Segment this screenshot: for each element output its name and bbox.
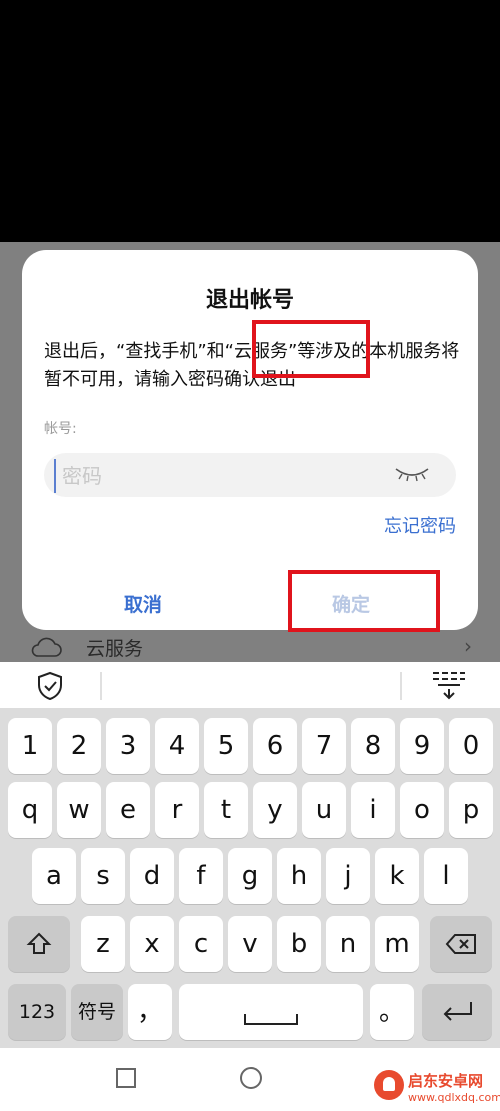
home-icon[interactable]: [240, 1067, 262, 1089]
account-label: 帐号:: [44, 421, 77, 437]
key-r[interactable]: r: [155, 782, 199, 838]
dialog-title: 退出帐号: [205, 288, 294, 313]
key-i[interactable]: i: [351, 782, 395, 838]
key-t[interactable]: t: [204, 782, 248, 838]
toolbar-divider: [100, 672, 102, 700]
chevron-right-icon: ›: [464, 634, 472, 658]
space-bar-icon: [244, 1014, 298, 1025]
key-2[interactable]: 2: [57, 718, 101, 774]
key-m[interactable]: m: [375, 916, 419, 972]
key-y[interactable]: y: [253, 782, 297, 838]
site-watermark: 启东安卓网 www.qdlxdq.com: [372, 1070, 500, 1111]
key-n[interactable]: n: [326, 916, 370, 972]
recent-apps-icon[interactable]: [116, 1068, 136, 1088]
key-1[interactable]: 1: [8, 718, 52, 774]
cloud-service-label: 云服务: [86, 638, 144, 660]
shift-icon: [26, 932, 52, 954]
key-3[interactable]: 3: [106, 718, 150, 774]
key-x[interactable]: x: [130, 916, 174, 972]
key-9[interactable]: 9: [400, 718, 444, 774]
enter-icon: [443, 1002, 472, 1021]
enter-key[interactable]: [422, 984, 492, 1040]
password-field: [44, 453, 456, 497]
comma-key[interactable]: ，: [128, 984, 172, 1040]
keyboard-collapse-icon[interactable]: [430, 670, 468, 700]
key-5[interactable]: 5: [204, 718, 248, 774]
key-4[interactable]: 4: [155, 718, 199, 774]
shift-key[interactable]: [8, 916, 70, 972]
numeric-mode-key[interactable]: 123: [8, 984, 66, 1040]
key-q[interactable]: q: [8, 782, 52, 838]
key-7[interactable]: 7: [302, 718, 346, 774]
symbol-key[interactable]: 符号: [71, 984, 123, 1040]
eye-closed-icon[interactable]: [394, 465, 430, 485]
key-p[interactable]: p: [449, 782, 493, 838]
key-o[interactable]: o: [400, 782, 444, 838]
key-g[interactable]: g: [228, 848, 272, 904]
cloud-service-row: 云服务 ›: [0, 632, 500, 662]
highlight-box-confirm: [288, 570, 440, 632]
key-6[interactable]: 6: [253, 718, 297, 774]
key-l[interactable]: l: [424, 848, 468, 904]
key-h[interactable]: h: [277, 848, 321, 904]
key-d[interactable]: d: [130, 848, 174, 904]
watermark-title: 启东安卓网: [408, 1072, 484, 1090]
period-key[interactable]: 。: [370, 984, 414, 1040]
soft-keyboard: 1 2 3 4 5 6 7 8 9 0 q w e r t y u i o p …: [0, 708, 500, 1048]
watermark-url: www.qdlxdq.com: [408, 1091, 500, 1104]
cancel-button[interactable]: 取消: [124, 590, 162, 617]
key-v[interactable]: v: [228, 916, 272, 972]
key-u[interactable]: u: [302, 782, 346, 838]
forgot-password-link[interactable]: 忘记密码: [384, 512, 456, 538]
password-input[interactable]: [54, 459, 384, 493]
key-b[interactable]: b: [277, 916, 321, 972]
toolbar-divider: [400, 672, 402, 700]
keyboard-toolbar: [0, 662, 500, 708]
cloud-icon: [31, 637, 62, 657]
key-c[interactable]: c: [179, 916, 223, 972]
key-a[interactable]: a: [32, 848, 76, 904]
shield-check-icon[interactable]: [36, 671, 64, 701]
key-w[interactable]: w: [57, 782, 101, 838]
watermark-logo-icon: [374, 1070, 404, 1100]
space-key[interactable]: [179, 984, 363, 1040]
key-s[interactable]: s: [81, 848, 125, 904]
backspace-key[interactable]: [430, 916, 492, 972]
key-z[interactable]: z: [81, 916, 125, 972]
key-0[interactable]: 0: [449, 718, 493, 774]
key-f[interactable]: f: [179, 848, 223, 904]
backspace-icon: [445, 934, 476, 954]
key-k[interactable]: k: [375, 848, 419, 904]
highlight-box-cloud-service: [252, 320, 370, 378]
key-8[interactable]: 8: [351, 718, 395, 774]
key-j[interactable]: j: [326, 848, 370, 904]
key-e[interactable]: e: [106, 782, 150, 838]
top-black-area: [0, 0, 500, 242]
